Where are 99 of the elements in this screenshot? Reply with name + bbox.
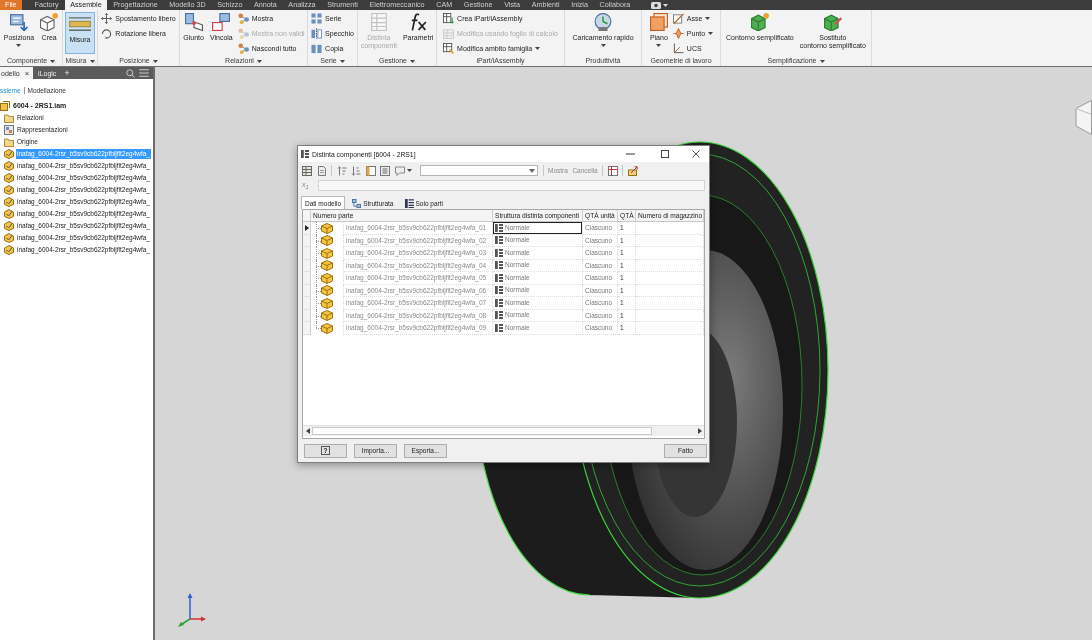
bom-icon — [495, 311, 503, 320]
pattern-icon — [311, 13, 323, 24]
scroll-left-icon — [305, 428, 310, 434]
table-cell — [636, 272, 704, 285]
folder-icon — [4, 113, 14, 123]
axis-triad-icon — [178, 593, 206, 627]
grid-icon[interactable] — [302, 165, 312, 176]
horizontal-scrollbar[interactable] — [303, 425, 704, 436]
table-cell — [636, 284, 704, 297]
notebook-icon[interactable] — [365, 165, 376, 176]
sort-icon[interactable] — [351, 165, 361, 176]
table-arrow-icon — [443, 13, 455, 24]
cube-icon — [321, 222, 333, 234]
table-cell — [636, 222, 704, 235]
list-icon[interactable] — [380, 165, 390, 176]
component-icon — [4, 197, 14, 207]
spreadsheet-icon — [443, 28, 455, 39]
cube-icon — [321, 297, 333, 309]
ucs-icon — [672, 43, 684, 54]
table-cell — [636, 247, 704, 260]
component-icon — [4, 233, 14, 243]
create-cube-icon — [40, 13, 59, 31]
table-cell — [636, 309, 704, 322]
cube-icon — [321, 260, 333, 272]
menu-icon[interactable] — [139, 69, 149, 77]
ruler-icon — [69, 17, 91, 31]
maximize-icon — [660, 150, 669, 158]
mirror-icon — [311, 28, 323, 39]
caret-icon — [406, 169, 412, 172]
component-icon — [4, 245, 14, 255]
component-icon — [4, 149, 14, 159]
cube-icon — [321, 247, 333, 259]
folder-icon — [4, 137, 14, 147]
joint-icon — [184, 13, 203, 31]
view-cube-icon[interactable] — [1075, 100, 1092, 135]
bom-icon — [495, 236, 503, 245]
substitute-cube-icon — [823, 13, 842, 31]
bom-icon — [495, 248, 503, 257]
table-cell — [636, 259, 704, 272]
relations-icon — [237, 13, 249, 24]
component-icon — [4, 173, 14, 183]
component-icon — [4, 161, 14, 171]
row-selector[interactable] — [303, 222, 311, 235]
dropdown-arrow-icon — [529, 168, 535, 173]
scroll-right-button[interactable] — [695, 426, 704, 436]
input-field[interactable] — [318, 180, 705, 191]
function-icon — [409, 13, 428, 31]
component-icon — [4, 209, 14, 219]
quick-access-button[interactable] — [650, 0, 668, 10]
search-icon[interactable] — [126, 68, 135, 78]
parts-list-icon — [404, 199, 414, 208]
bom-icon — [495, 273, 503, 282]
scrollbar-thumb[interactable] — [312, 427, 652, 435]
table-cell — [636, 297, 704, 310]
cube-icon — [321, 322, 333, 334]
comment-menu-button[interactable] — [394, 165, 412, 176]
export-icon[interactable] — [627, 165, 638, 176]
move-arrows-icon — [101, 13, 113, 24]
view-dropdown[interactable] — [420, 165, 538, 176]
bom-icon — [495, 223, 503, 232]
bom-icon — [495, 286, 503, 295]
tree-structure-icon — [352, 199, 362, 208]
bom-icon — [495, 298, 503, 307]
component-icon — [4, 185, 14, 195]
add-tab-button[interactable]: + — [64, 67, 70, 79]
relations-icon — [237, 43, 249, 54]
bom-icon — [495, 323, 503, 332]
comment-icon — [394, 165, 405, 176]
rotate-arrows-icon — [101, 28, 113, 39]
component-icon — [4, 221, 14, 231]
axis-icon — [672, 13, 684, 24]
representations-icon — [4, 125, 14, 135]
table-edit-icon — [443, 43, 455, 54]
place-component-icon — [10, 13, 28, 31]
close-icon — [692, 150, 700, 158]
bom-icon — [495, 261, 503, 270]
cube-icon — [321, 285, 333, 297]
caret-icon — [662, 3, 668, 7]
scroll-right-icon — [697, 428, 702, 434]
table-cell — [636, 322, 704, 335]
cube-icon — [321, 235, 333, 247]
point-icon — [672, 28, 684, 39]
sort-icon[interactable] — [336, 165, 347, 176]
document-icon[interactable] — [316, 165, 327, 176]
relations-icon — [237, 28, 249, 39]
clock-icon — [594, 13, 612, 31]
copy-icon — [311, 43, 323, 54]
simplify-cube-icon — [750, 13, 769, 31]
assembly-icon — [0, 101, 10, 111]
constraint-icon — [212, 13, 231, 31]
current-row-icon — [304, 224, 309, 231]
cube-icon — [321, 310, 333, 322]
plane-icon — [649, 13, 668, 31]
table-icon — [369, 13, 388, 31]
minimize-icon — [626, 153, 635, 155]
bom-icon — [301, 150, 309, 158]
table-settings-icon[interactable] — [607, 165, 618, 176]
table-cell — [636, 234, 704, 247]
cube-icon — [321, 272, 333, 284]
